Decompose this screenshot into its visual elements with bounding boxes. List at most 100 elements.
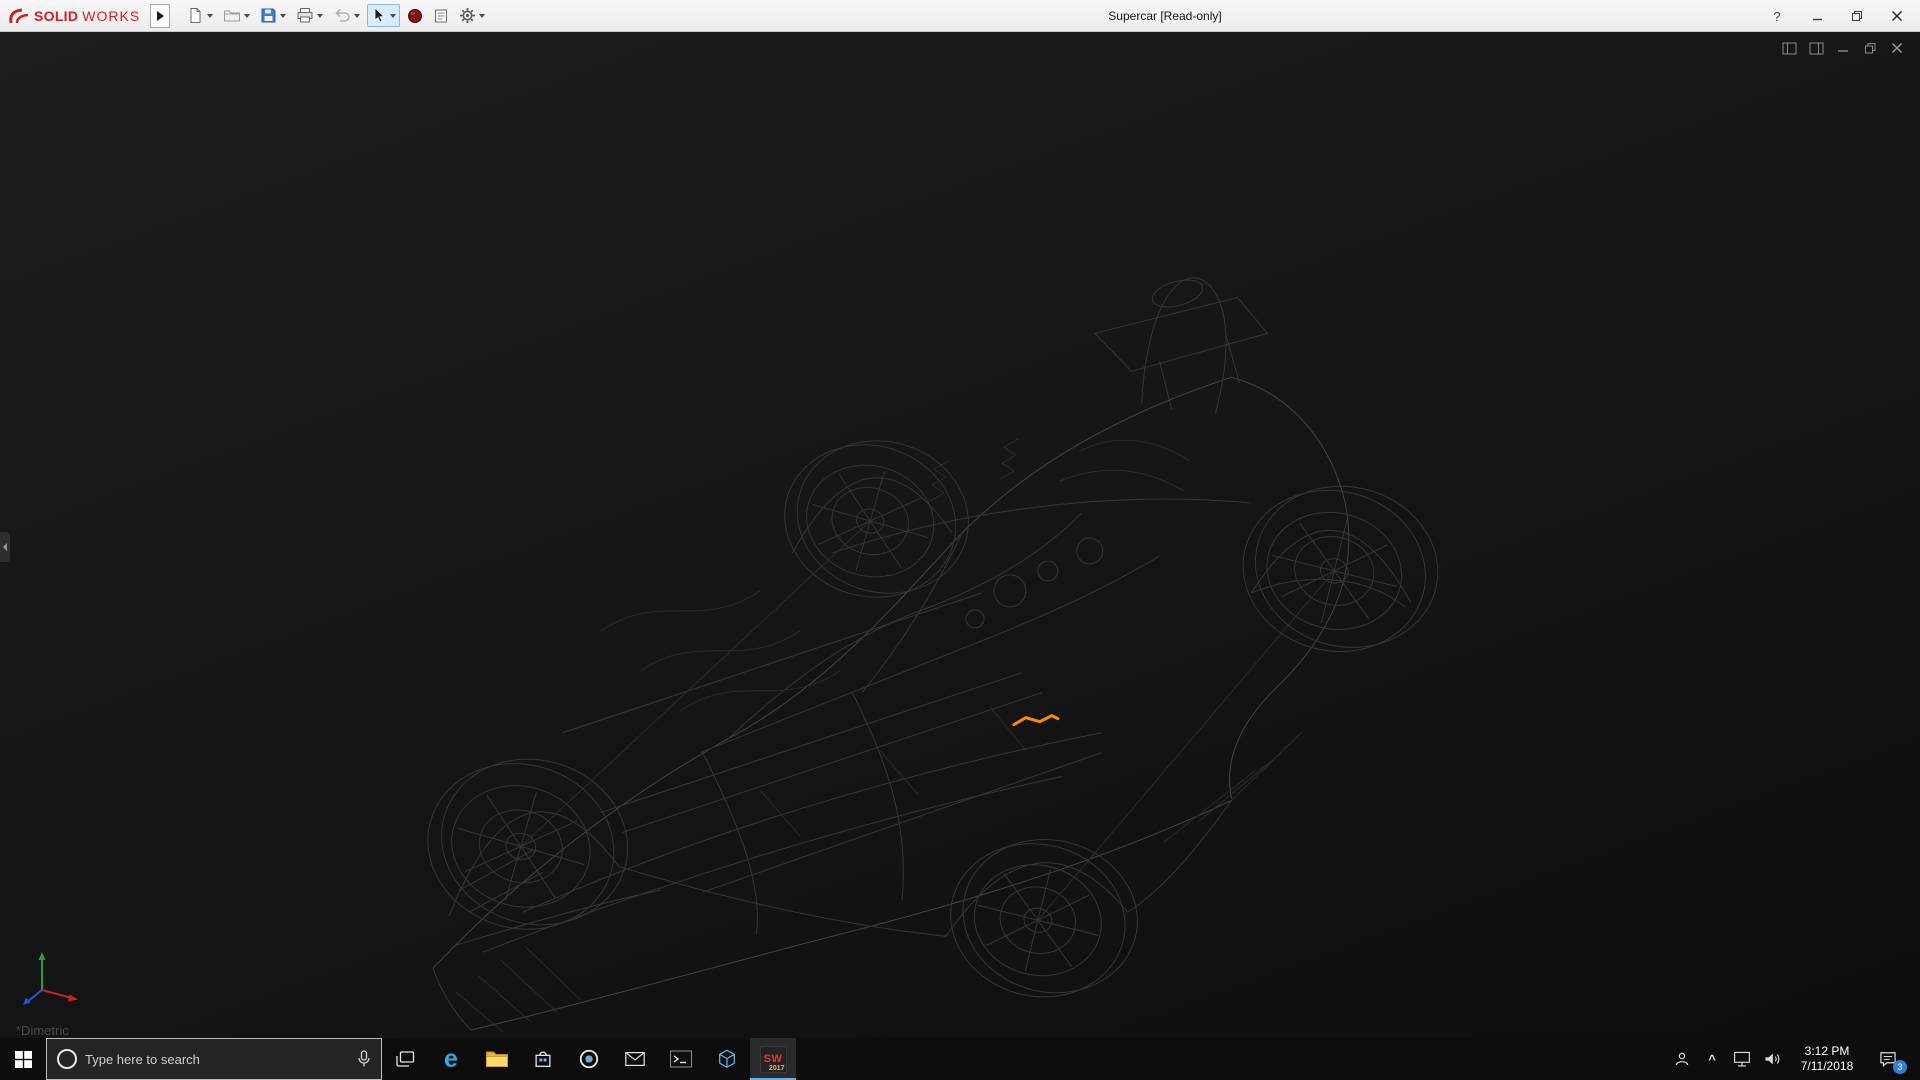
- appearance-sphere-button[interactable]: [404, 6, 426, 26]
- action-center-button[interactable]: 3: [1868, 1038, 1908, 1080]
- clock-time: 3:12 PM: [1804, 1044, 1850, 1058]
- save-dropdown-caret[interactable]: [280, 13, 287, 18]
- solidworks-icon-label: SW: [763, 1053, 783, 1065]
- chrome-icon: [579, 1049, 599, 1069]
- wireframe-model-canvas[interactable]: [0, 32, 1920, 1038]
- appearance-sphere-icon: [408, 8, 423, 23]
- titlebar: SOLID WORKS Supercar [Read-only] ?: [0, 0, 1920, 32]
- taskbar-clock[interactable]: 3:12 PM 7/11/2018: [1788, 1044, 1866, 1074]
- volume-button[interactable]: [1758, 1038, 1786, 1080]
- ds-swoosh-icon: [9, 8, 29, 23]
- view-orientation-label: *Dimetric: [16, 1023, 69, 1038]
- windows-logo-icon: [14, 1050, 32, 1068]
- clock-date: 7/11/2018: [1800, 1059, 1854, 1073]
- taskbar-item-mail[interactable]: [612, 1038, 658, 1080]
- quick-access-toolbar: [184, 4, 488, 27]
- solidworks-2017-icon: SW 2017: [759, 1045, 787, 1073]
- select-dropdown-caret[interactable]: [390, 13, 397, 18]
- doc-minimize-icon: [1838, 50, 1848, 52]
- doc-close-icon: [1892, 43, 1902, 53]
- select-cursor-icon: [374, 7, 386, 23]
- window-title: Supercar [Read-only]: [1108, 8, 1222, 23]
- pane-left-icon: [1782, 42, 1796, 54]
- undo-arrow-icon: [335, 8, 350, 22]
- system-tray: ^ 3:12 PM 7/11/2018 3: [1668, 1038, 1920, 1080]
- pane-right-button[interactable]: [1807, 40, 1825, 56]
- taskbar-item-file-explorer[interactable]: [474, 1038, 520, 1080]
- search-input[interactable]: [85, 1051, 349, 1067]
- people-button[interactable]: [1668, 1038, 1696, 1080]
- taskbar-item-solidworks[interactable]: SW 2017: [750, 1038, 796, 1080]
- maximize-restore-button[interactable]: [1842, 3, 1872, 29]
- save-button[interactable]: [257, 5, 289, 26]
- minimize-icon: [1812, 18, 1822, 20]
- selected-edge-highlight[interactable]: [1012, 713, 1060, 727]
- help-button[interactable]: ?: [1762, 3, 1792, 29]
- task-view-button[interactable]: [382, 1038, 428, 1080]
- wheel-front-left: [427, 758, 629, 930]
- undo-button[interactable]: [330, 5, 363, 26]
- network-button[interactable]: [1728, 1038, 1756, 1080]
- chevron-up-icon: ^: [1708, 1051, 1716, 1067]
- open-dropdown-caret[interactable]: [244, 13, 251, 18]
- chevron-left-icon: [3, 543, 7, 551]
- new-document-button[interactable]: [184, 5, 216, 26]
- people-icon: [1675, 1052, 1689, 1066]
- start-button[interactable]: [0, 1038, 46, 1080]
- doc-minimize-button[interactable]: [1834, 40, 1852, 56]
- task-view-icon: [396, 1051, 415, 1067]
- taskbar-search[interactable]: [46, 1038, 382, 1080]
- select-tool-button[interactable]: [367, 4, 401, 27]
- help-icon: ?: [1773, 8, 1781, 24]
- orientation-triad: [23, 952, 78, 1005]
- feature-panel-flyout-tab[interactable]: [0, 532, 10, 562]
- open-folder-icon: [224, 10, 241, 22]
- print-dropdown-caret[interactable]: [317, 13, 324, 18]
- window-controls: ?: [1762, 0, 1912, 32]
- cortana-icon[interactable]: [57, 1049, 77, 1069]
- taskbar-item-command-prompt[interactable]: [658, 1038, 704, 1080]
- doc-restore-button[interactable]: [1861, 40, 1879, 56]
- show-hidden-icons-button[interactable]: ^: [1698, 1038, 1726, 1080]
- options-dropdown-caret[interactable]: [479, 13, 486, 18]
- open-button[interactable]: [220, 5, 253, 26]
- options-gear-icon: [460, 8, 476, 23]
- file-properties-icon: [435, 9, 448, 22]
- wheel-rear-left: [950, 839, 1138, 998]
- close-button[interactable]: [1882, 3, 1912, 29]
- taskbar-item-chrome[interactable]: [566, 1038, 612, 1080]
- taskbar-item-store[interactable]: [520, 1038, 566, 1080]
- taskbar-item-3d-viewer[interactable]: [704, 1038, 750, 1080]
- notification-badge: 3: [1893, 1060, 1907, 1074]
- volume-icon: [1765, 1053, 1780, 1065]
- edge-icon: e: [444, 1044, 458, 1073]
- undo-dropdown-caret[interactable]: [354, 13, 361, 18]
- taskbar-item-edge[interactable]: e: [428, 1038, 474, 1080]
- network-icon: [1734, 1051, 1750, 1067]
- file-explorer-icon: [486, 1051, 508, 1067]
- new-dropdown-caret[interactable]: [207, 13, 214, 18]
- command-prompt-icon: [670, 1050, 692, 1068]
- pane-left-button[interactable]: [1780, 40, 1798, 56]
- save-floppy-icon: [261, 8, 276, 23]
- mail-icon: [625, 1051, 645, 1067]
- doc-close-button[interactable]: [1888, 40, 1906, 56]
- 3d-cube-icon: [719, 1049, 735, 1068]
- wheel-rear-right: [1242, 485, 1439, 653]
- graphics-viewport[interactable]: *Dimetric: [0, 32, 1920, 1038]
- brand-works-text: WORKS: [82, 7, 141, 24]
- close-icon: [1891, 10, 1903, 22]
- supercar-wireframe: [427, 277, 1439, 1033]
- document-window-controls: [1780, 40, 1906, 56]
- windows-taskbar: e: [0, 1038, 1920, 1080]
- microphone-icon[interactable]: [357, 1050, 371, 1068]
- minimize-button[interactable]: [1802, 3, 1832, 29]
- options-button[interactable]: [456, 5, 488, 26]
- print-icon: [297, 8, 313, 23]
- brand-solid-text: SOLID: [34, 7, 79, 24]
- wheel-front-right: [784, 440, 969, 598]
- print-button[interactable]: [293, 5, 326, 26]
- menu-flyout-button[interactable]: [150, 3, 171, 28]
- store-icon: [535, 1051, 551, 1067]
- file-properties-button[interactable]: [430, 6, 452, 26]
